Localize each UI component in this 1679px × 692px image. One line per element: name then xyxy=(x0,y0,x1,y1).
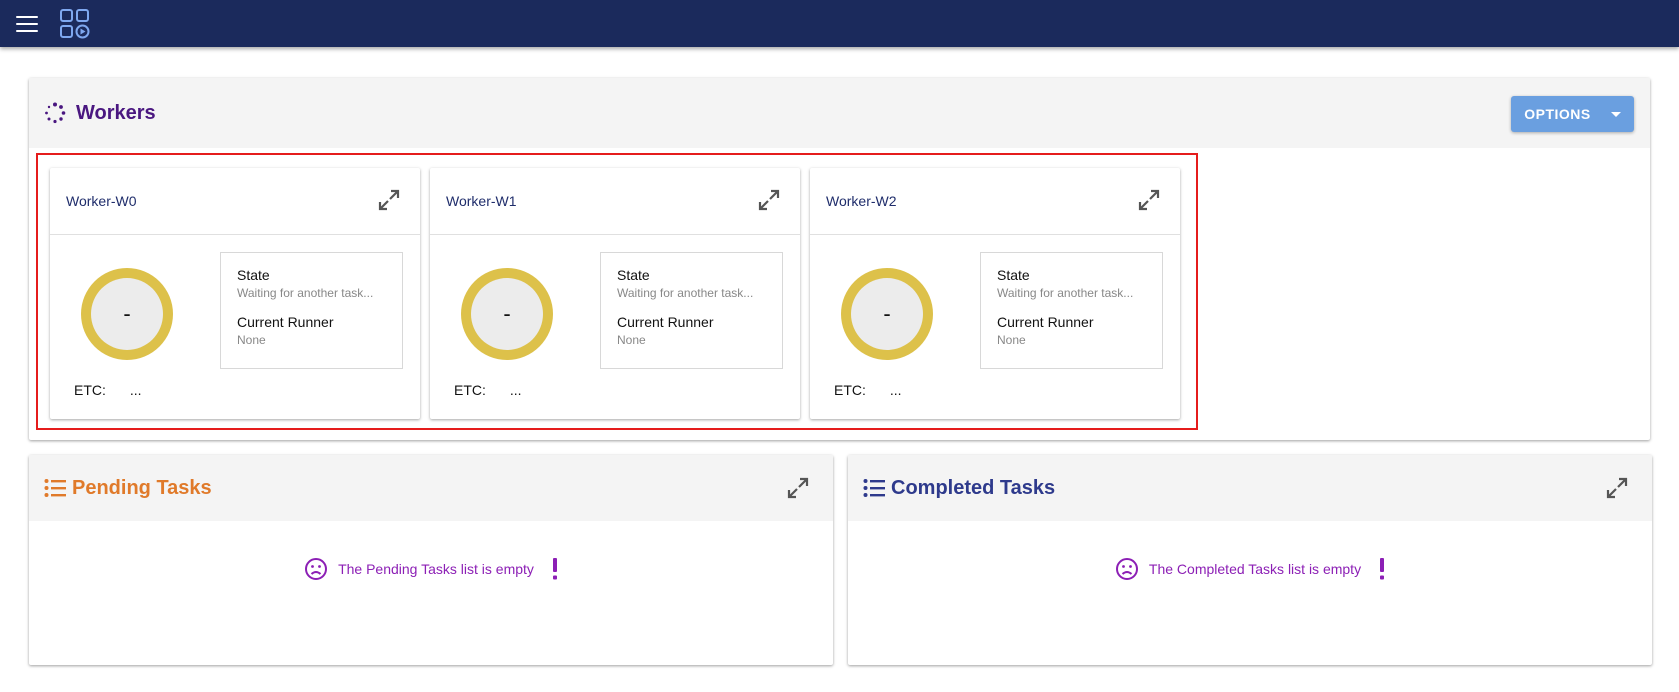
worker-card-header: Worker-W2 xyxy=(810,168,1180,235)
options-button[interactable]: OPTIONS xyxy=(1511,96,1634,132)
etc-value: ... xyxy=(129,382,142,398)
pending-empty-message: The Pending Tasks list is empty xyxy=(29,557,833,581)
gauge-value: - xyxy=(91,278,163,350)
etc-row: ETC:... xyxy=(74,382,142,398)
state-label: State xyxy=(617,267,650,283)
expand-icon[interactable] xyxy=(787,477,809,499)
grid-play-logo-icon[interactable] xyxy=(59,8,91,40)
worker-progress-gauge: - xyxy=(81,268,173,360)
pending-empty-text: The Pending Tasks list is empty xyxy=(338,561,534,577)
worker-progress-gauge: - xyxy=(841,268,933,360)
list-icon xyxy=(863,479,885,497)
worker-card-header: Worker-W0 xyxy=(50,168,420,235)
expand-icon[interactable] xyxy=(758,189,780,211)
completed-tasks-panel: Completed Tasks The Completed Tasks list… xyxy=(848,455,1652,665)
worker-card: Worker-W0 - State Waiting for another ta… xyxy=(50,168,420,419)
loading-spinner-icon xyxy=(45,102,66,124)
completed-tasks-title: Completed Tasks xyxy=(891,476,1056,499)
pending-tasks-header: Pending Tasks xyxy=(29,455,833,521)
gauge-value: - xyxy=(851,278,923,350)
list-icon xyxy=(44,479,66,497)
sad-face-icon xyxy=(305,558,328,580)
etc-row: ETC:... xyxy=(454,382,522,398)
worker-info-box: State Waiting for another task... Curren… xyxy=(600,252,783,369)
etc-value: ... xyxy=(889,382,902,398)
etc-label: ETC: xyxy=(454,382,486,398)
completed-empty-message: The Completed Tasks list is empty xyxy=(848,557,1652,581)
current-runner-label: Current Runner xyxy=(237,314,334,330)
top-app-bar xyxy=(0,0,1679,47)
current-runner-value: None xyxy=(997,333,1026,347)
etc-label: ETC: xyxy=(74,382,106,398)
expand-icon[interactable] xyxy=(1606,477,1628,499)
expand-icon[interactable] xyxy=(378,189,400,211)
caret-down-icon xyxy=(1610,111,1621,117)
workers-title: Workers xyxy=(76,101,156,124)
state-value: Waiting for another task... xyxy=(237,286,374,300)
etc-value: ... xyxy=(509,382,522,398)
etc-label: ETC: xyxy=(834,382,866,398)
worker-progress-gauge: - xyxy=(461,268,553,360)
current-runner-value: None xyxy=(237,333,266,347)
worker-info-box: State Waiting for another task... Curren… xyxy=(220,252,403,369)
worker-info-box: State Waiting for another task... Curren… xyxy=(980,252,1163,369)
workers-header: Workers OPTIONS xyxy=(29,78,1650,148)
expand-icon[interactable] xyxy=(1138,189,1160,211)
current-runner-value: None xyxy=(617,333,646,347)
current-runner-label: Current Runner xyxy=(997,314,1094,330)
state-label: State xyxy=(237,267,270,283)
state-value: Waiting for another task... xyxy=(997,286,1134,300)
worker-name: Worker-W2 xyxy=(826,193,897,209)
exclamation-icon xyxy=(552,558,557,580)
pending-tasks-panel: Pending Tasks The Pending Tasks list is … xyxy=(29,455,833,665)
hamburger-menu-icon[interactable] xyxy=(16,15,38,32)
gauge-value: - xyxy=(471,278,543,350)
worker-name: Worker-W1 xyxy=(446,193,517,209)
sad-face-icon xyxy=(1115,558,1138,580)
pending-tasks-title: Pending Tasks xyxy=(72,476,212,499)
worker-card: Worker-W2 - State Waiting for another ta… xyxy=(810,168,1180,419)
completed-tasks-header: Completed Tasks xyxy=(848,455,1652,521)
state-value: Waiting for another task... xyxy=(617,286,754,300)
state-label: State xyxy=(997,267,1030,283)
completed-empty-text: The Completed Tasks list is empty xyxy=(1148,561,1362,577)
options-label: OPTIONS xyxy=(1524,106,1591,122)
etc-row: ETC:... xyxy=(834,382,902,398)
worker-card-header: Worker-W1 xyxy=(430,168,800,235)
worker-card: Worker-W1 - State Waiting for another ta… xyxy=(430,168,800,419)
worker-name: Worker-W0 xyxy=(66,193,137,209)
exclamation-icon xyxy=(1380,558,1385,580)
current-runner-label: Current Runner xyxy=(617,314,714,330)
